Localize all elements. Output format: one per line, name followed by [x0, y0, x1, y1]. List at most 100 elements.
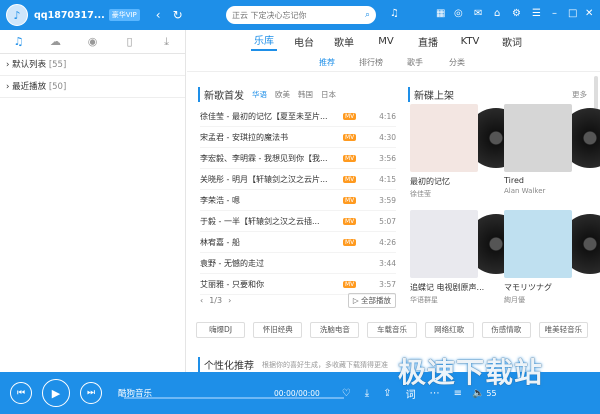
song-row[interactable]: 于毅 - 一半【轩辕剑之汉之云插... MV 5:07	[200, 211, 396, 232]
settings-icon[interactable]: ⚙	[512, 8, 521, 19]
skin-icon[interactable]: ▦	[436, 8, 445, 19]
album-artist[interactable]: 絢月優	[504, 295, 590, 305]
mv-badge[interactable]: MV	[343, 196, 357, 204]
device-icon[interactable]: ▯	[111, 35, 148, 48]
minimize-icon[interactable]: –	[552, 8, 557, 19]
pager: ‹ 1/3 › ▷ 全部播放	[200, 291, 396, 309]
radio-icon[interactable]: ◉	[74, 35, 111, 48]
genre-tag[interactable]: 洗脑电音	[310, 322, 360, 338]
album-artist[interactable]: Alan Walker	[504, 187, 590, 195]
new-songs-title: 新歌首发	[198, 87, 244, 102]
search-icon[interactable]: ⌕	[365, 10, 370, 20]
download-icon[interactable]: ⤓	[365, 388, 369, 399]
filter-western[interactable]: 欧美	[275, 89, 290, 100]
mv-badge[interactable]: MV	[343, 238, 357, 246]
song-name: 宋孟君 - 安琪拉的魔法书	[200, 132, 288, 142]
vip-badge[interactable]: 豪华VIP	[108, 9, 140, 21]
mv-badge[interactable]: MV	[343, 175, 357, 183]
maximize-icon[interactable]: □	[568, 8, 577, 19]
subtab-category[interactable]: 分类	[445, 57, 469, 68]
personal-title: 个性化推荐	[198, 357, 254, 372]
album-card[interactable]: 追蝶记 电视剧原声... 华语群星	[410, 210, 526, 305]
listen-icon[interactable]: ♫	[390, 8, 399, 19]
album-artist[interactable]: 徐佳莹	[410, 189, 496, 199]
album-cover[interactable]	[410, 104, 478, 172]
song-duration: 3:57	[379, 279, 396, 289]
download-icon[interactable]: ⤓	[148, 35, 185, 49]
tab-radio[interactable]: 电台	[291, 34, 317, 49]
playlist-default[interactable]: › 默认列表 [55]	[0, 54, 185, 76]
close-icon[interactable]: ✕	[585, 8, 593, 19]
playlist-recent[interactable]: › 最近播放 [50]	[0, 76, 185, 98]
album-name[interactable]: 最初的记忆	[410, 176, 496, 187]
refresh-icon[interactable]: ↻	[173, 8, 183, 22]
filter-korean[interactable]: 韩国	[298, 89, 313, 100]
search-box[interactable]: ⌕	[226, 6, 376, 24]
user-icon[interactable]: ◎	[454, 8, 463, 19]
music-list-icon[interactable]: ♫	[0, 35, 37, 48]
new-songs-header: 新歌首发 华语 欧美 韩国 日本	[198, 87, 336, 102]
next-page-icon[interactable]: ›	[228, 296, 231, 305]
share-icon[interactable]: ⇪	[383, 388, 391, 399]
shop-icon[interactable]: ⌂	[494, 8, 500, 19]
album-cover[interactable]	[410, 210, 478, 278]
album-cover[interactable]	[504, 210, 572, 278]
song-row[interactable]: 徐佳莹 - 最初的记忆【夏至未至片... MV 4:16	[200, 106, 396, 127]
album-card[interactable]: マモリツナグ 絢月優	[504, 210, 600, 305]
message-icon[interactable]: ✉	[474, 8, 482, 19]
menu-icon[interactable]: ☰	[532, 8, 541, 19]
next-icon[interactable]: ⏭	[80, 382, 102, 404]
album-card[interactable]: Tired Alan Walker	[504, 104, 600, 195]
tab-ktv[interactable]: KTV	[457, 36, 483, 47]
album-artist[interactable]: 华语群星	[410, 295, 496, 305]
genre-tag[interactable]: 网络红歌	[424, 322, 474, 338]
subtab-recommend[interactable]: 推荐	[315, 57, 339, 68]
tab-playlists[interactable]: 歌单	[331, 34, 357, 49]
avatar[interactable]: ♪	[6, 4, 28, 26]
mv-badge[interactable]: MV	[343, 112, 357, 120]
genre-tag[interactable]: 车载音乐	[367, 322, 417, 338]
album-name[interactable]: 追蝶记 电视剧原声...	[410, 282, 496, 293]
search-input[interactable]	[232, 10, 365, 20]
play-all-button[interactable]: ▷ 全部播放	[347, 292, 396, 308]
song-row[interactable]: 袁野 - 无憾的走过 3:44	[200, 253, 396, 274]
song-row[interactable]: 关晓彤 - 明月【轩辕剑之汉之云片... MV 4:15	[200, 169, 396, 190]
subtab-charts[interactable]: 排行榜	[357, 57, 385, 68]
song-name: 徐佳莹 - 最初的记忆【夏至未至片...	[200, 111, 328, 121]
play-icon[interactable]: ▶	[42, 379, 70, 407]
albums-more-link[interactable]: 更多	[572, 89, 587, 100]
filter-chinese[interactable]: 华语	[252, 89, 267, 100]
genre-tag[interactable]: 嗨爆DJ	[196, 322, 246, 338]
song-row[interactable]: 李荣浩 - 嗯 MV 3:59	[200, 190, 396, 211]
album-card[interactable]: 最初的记忆 徐佳莹	[410, 104, 526, 199]
song-row[interactable]: 李宏毅、李明霖 - 我想见到你【我... MV 3:56	[200, 148, 396, 169]
song-row[interactable]: 宋孟君 - 安琪拉的魔法书 MV 4:30	[200, 127, 396, 148]
song-name: 艾丽雅 - 只要和你	[200, 279, 264, 289]
song-row[interactable]: 林宥嘉 - 船 MV 4:26	[200, 232, 396, 253]
previous-icon[interactable]: ⏮	[10, 382, 32, 404]
mv-badge[interactable]: MV	[343, 280, 357, 288]
filter-japanese[interactable]: 日本	[321, 89, 336, 100]
username[interactable]: qq1870317...	[34, 10, 105, 21]
subtab-singers[interactable]: 歌手	[403, 57, 427, 68]
cloud-icon[interactable]: ☁	[37, 35, 74, 48]
genre-tag[interactable]: 伤感情歌	[481, 322, 531, 338]
mv-badge[interactable]: MV	[343, 217, 357, 225]
genre-tag[interactable]: 怀旧经典	[253, 322, 303, 338]
tab-mv[interactable]: MV	[375, 36, 397, 47]
tab-lyrics[interactable]: 歌词	[499, 34, 525, 49]
prev-page-icon[interactable]: ‹	[200, 296, 203, 305]
song-duration: 3:56	[379, 153, 396, 163]
genre-tag[interactable]: 唯美轻音乐	[538, 322, 588, 338]
album-name[interactable]: マモリツナグ	[504, 282, 590, 293]
progress-bar[interactable]	[124, 397, 344, 399]
tab-live[interactable]: 直播	[415, 34, 441, 49]
mv-badge[interactable]: MV	[343, 133, 357, 141]
mv-badge[interactable]: MV	[343, 154, 357, 162]
album-cover[interactable]	[504, 104, 572, 172]
album-name[interactable]: Tired	[504, 176, 590, 185]
song-name: 李宏毅、李明霖 - 我想见到你【我...	[200, 153, 328, 163]
back-icon[interactable]: ‹	[156, 8, 161, 22]
tab-library[interactable]: 乐库	[251, 32, 277, 51]
song-duration: 3:59	[379, 195, 396, 205]
